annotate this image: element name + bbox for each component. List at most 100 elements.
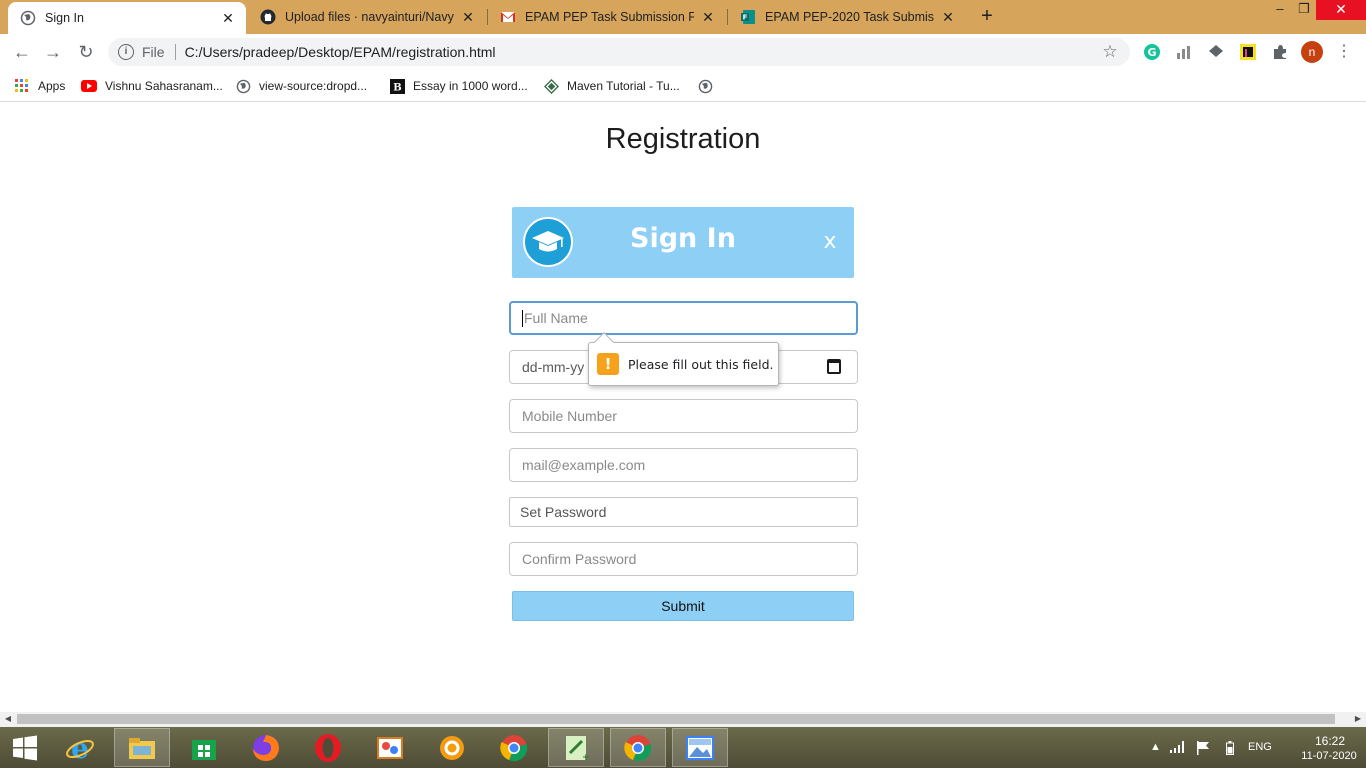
scrollbar-thumb[interactable] bbox=[17, 714, 1335, 724]
window-close-button[interactable]: ✕ bbox=[1316, 0, 1366, 20]
scroll-right-icon[interactable]: ▶ bbox=[1353, 714, 1363, 724]
windows-taskbar: e ++ ▲ ENG 16:22 1 bbox=[0, 727, 1366, 768]
globe-icon bbox=[235, 78, 251, 94]
bookmark-apps[interactable]: Apps bbox=[14, 76, 65, 96]
validation-message: Please fill out this field. bbox=[628, 356, 774, 372]
bookmark-view-source[interactable]: view-source:dropd... bbox=[235, 76, 367, 96]
apps-grid-icon bbox=[14, 78, 30, 94]
profile-avatar[interactable]: n bbox=[1301, 41, 1323, 63]
youtube-icon bbox=[81, 78, 97, 94]
email-placeholder: mail@example.com bbox=[522, 457, 646, 473]
close-tab-icon[interactable]: ✕ bbox=[220, 10, 236, 26]
close-tab-icon[interactable]: ✕ bbox=[940, 9, 956, 25]
tab-title: Upload files · navyainturi/Navyal bbox=[285, 10, 454, 24]
bookmark-label: view-source:dropd... bbox=[259, 79, 368, 93]
forward-button[interactable]: → bbox=[41, 40, 65, 64]
forms-icon: F bbox=[740, 9, 756, 25]
full-name-placeholder: Full Name bbox=[524, 310, 588, 326]
bookmark-globe[interactable] bbox=[697, 76, 721, 96]
tray-expand-icon[interactable]: ▲ bbox=[1150, 741, 1161, 753]
github-icon bbox=[260, 9, 276, 25]
tab-strip: Sign In ✕ Upload files · navyainturi/Nav… bbox=[0, 0, 1366, 34]
bookmark-b-icon: B bbox=[389, 78, 405, 94]
internet-explorer-icon[interactable]: e bbox=[52, 728, 108, 767]
signin-title: Sign In bbox=[630, 223, 736, 254]
svg-text:e: e bbox=[71, 733, 89, 763]
tab-epam-pep-2020[interactable]: F EPAM PEP-2020 Task Submission ✕ bbox=[728, 0, 966, 34]
scheme-label: File bbox=[142, 44, 165, 60]
validation-tooltip: ! Please fill out this field. bbox=[588, 332, 779, 386]
page-title: Registration bbox=[605, 123, 761, 155]
bookmarks-bar: Apps Vishnu Sahasranam... view-source:dr… bbox=[0, 70, 1366, 102]
opera-icon[interactable] bbox=[300, 728, 356, 767]
globe-icon bbox=[20, 10, 36, 26]
bookmark-label: Maven Tutorial - Tu... bbox=[567, 79, 680, 93]
tab-title: EPAM PEP-2020 Task Submission bbox=[765, 10, 934, 24]
grammarly-icon[interactable]: G bbox=[1142, 42, 1162, 62]
back-button[interactable]: ← bbox=[10, 40, 34, 64]
browser-menu-icon[interactable]: ⋮ bbox=[1336, 40, 1352, 64]
chrome-icon[interactable] bbox=[486, 728, 542, 767]
tab-epam-pep-form[interactable]: EPAM PEP Task Submission Form ✕ bbox=[488, 0, 726, 34]
tab-upload-files[interactable]: Upload files · navyainturi/Navyal ✕ bbox=[248, 0, 486, 34]
omnibox-divider bbox=[174, 44, 176, 60]
network-icon[interactable] bbox=[1170, 741, 1186, 756]
svg-text:G: G bbox=[1147, 46, 1156, 59]
extensions-puzzle-icon[interactable] bbox=[1270, 42, 1290, 62]
globe-icon bbox=[697, 78, 713, 94]
dob-placeholder: dd-mm-yy bbox=[522, 359, 585, 375]
scroll-left-icon[interactable]: ◀ bbox=[3, 714, 13, 724]
set-password-input[interactable]: Set Password bbox=[509, 497, 858, 527]
bookmark-vishnu[interactable]: Vishnu Sahasranam... bbox=[81, 76, 223, 96]
bookmark-star-icon[interactable]: ☆ bbox=[1100, 42, 1120, 62]
battery-icon[interactable] bbox=[1226, 741, 1234, 758]
bookmark-label: Essay in 1000 word... bbox=[413, 79, 528, 93]
tab-sign-in[interactable]: Sign In ✕ bbox=[8, 2, 246, 34]
svg-text:B: B bbox=[393, 82, 401, 93]
analytics-extension-icon[interactable] bbox=[1174, 42, 1194, 62]
settings-icon[interactable] bbox=[424, 728, 480, 767]
url-text[interactable]: C:/Users/pradeep/Desktop/EPAM/registrati… bbox=[185, 44, 1100, 60]
gmail-icon bbox=[500, 9, 516, 25]
file-explorer-icon[interactable] bbox=[114, 728, 170, 767]
firefox-icon[interactable] bbox=[238, 728, 294, 767]
tab-title: EPAM PEP Task Submission Form bbox=[525, 10, 694, 24]
horizontal-scrollbar[interactable]: ◀ ▶ bbox=[0, 712, 1366, 727]
bookmark-maven[interactable]: Maven Tutorial - Tu... bbox=[543, 76, 680, 96]
notion-extension-icon[interactable] bbox=[1238, 42, 1258, 62]
confirm-placeholder: Confirm Password bbox=[522, 551, 637, 567]
email-input[interactable]: mail@example.com bbox=[509, 448, 858, 482]
new-tab-button[interactable]: + bbox=[977, 6, 997, 26]
notepad-plus-icon[interactable]: ++ bbox=[548, 728, 604, 767]
tab-title: Sign In bbox=[45, 11, 84, 25]
layers-extension-icon[interactable] bbox=[1206, 42, 1226, 62]
close-tab-icon[interactable]: ✕ bbox=[460, 9, 476, 25]
language-indicator[interactable]: ENG bbox=[1248, 741, 1272, 753]
close-tab-icon[interactable]: ✕ bbox=[700, 9, 716, 25]
clock-time[interactable]: 16:22 bbox=[1300, 734, 1360, 748]
bookmark-label: Vishnu Sahasranam... bbox=[105, 79, 223, 93]
reload-button[interactable]: ↻ bbox=[74, 40, 98, 64]
password-placeholder: Set Password bbox=[520, 504, 607, 520]
warning-icon: ! bbox=[597, 353, 619, 375]
maven-icon bbox=[543, 78, 559, 94]
photos-icon[interactable] bbox=[672, 728, 728, 767]
full-name-input[interactable]: Full Name bbox=[509, 301, 858, 335]
restore-button[interactable]: ❐ bbox=[1290, 0, 1318, 20]
chrome-active-icon[interactable] bbox=[610, 728, 666, 767]
submit-button[interactable]: Submit bbox=[512, 591, 854, 621]
confirm-password-input[interactable]: Confirm Password bbox=[509, 542, 858, 576]
mobile-placeholder: Mobile Number bbox=[522, 408, 617, 424]
info-icon[interactable]: i bbox=[118, 44, 134, 60]
address-bar[interactable]: i File C:/Users/pradeep/Desktop/EPAM/reg… bbox=[108, 38, 1130, 66]
bookmark-essay[interactable]: B Essay in 1000 word... bbox=[389, 76, 528, 96]
calendar-icon[interactable] bbox=[827, 359, 841, 374]
text-caret bbox=[522, 309, 523, 327]
paint-icon[interactable] bbox=[362, 728, 418, 767]
signin-close-button[interactable]: x bbox=[820, 229, 840, 254]
store-icon[interactable] bbox=[176, 728, 232, 767]
mobile-number-input[interactable]: Mobile Number bbox=[509, 399, 858, 433]
start-icon[interactable] bbox=[0, 728, 50, 767]
clock-date[interactable]: 11-07-2020 bbox=[1294, 750, 1364, 762]
action-center-flag-icon[interactable] bbox=[1196, 741, 1210, 758]
